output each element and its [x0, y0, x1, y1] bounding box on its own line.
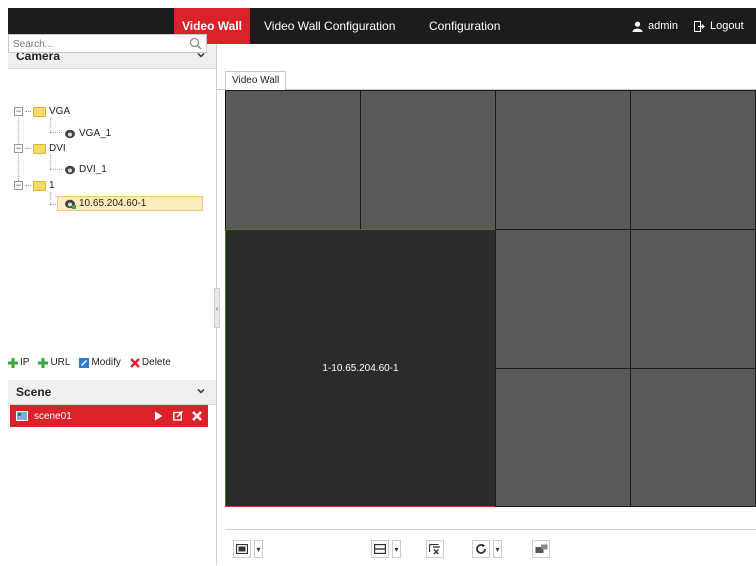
left-panel: Camera	[8, 44, 217, 565]
scene-label: scene01	[34, 410, 72, 422]
modify-button[interactable]: Modify	[79, 357, 121, 368]
wall-window[interactable]	[630, 90, 756, 230]
tree-folder-label: 1	[49, 180, 55, 191]
wall-window-active[interactable]: 1-10.65.204.60-1	[225, 229, 496, 507]
wall-tab-strip: Video Wall	[217, 68, 756, 91]
add-url-label: URL	[50, 357, 71, 368]
wall-window[interactable]	[225, 90, 361, 230]
collapse-toggle[interactable]: −	[14, 181, 23, 190]
edit-icon[interactable]	[173, 411, 183, 421]
delete-icon[interactable]	[192, 411, 202, 421]
clear-windows-button[interactable]	[426, 539, 444, 559]
dropdown-arrow-icon[interactable]: ▾	[392, 540, 401, 558]
split-screen-icon	[371, 540, 389, 558]
tree-camera-label: VGA_1	[79, 128, 112, 139]
tree-camera-label: 10.65.204.60-1	[79, 198, 147, 209]
tree-connector	[50, 169, 62, 170]
delete-label: Delete	[141, 357, 171, 368]
window-layout-icon	[233, 540, 251, 558]
add-ip-label: IP	[20, 357, 30, 368]
refresh-icon	[472, 540, 490, 558]
plus-icon	[38, 357, 49, 368]
tree-camera-10-65-204-60-1[interactable]: 10.65.204.60-1	[64, 196, 146, 211]
decoder-button[interactable]	[532, 539, 550, 559]
wall-window[interactable]	[630, 229, 756, 369]
delete-icon	[130, 357, 140, 368]
camera-icon	[65, 165, 75, 174]
camera-in-use-icon	[65, 199, 76, 209]
chevron-down-icon[interactable]	[196, 386, 206, 396]
tab-video-wall-configuration[interactable]: Video Wall Configuration	[264, 8, 395, 44]
delete-button[interactable]: Delete	[130, 357, 171, 368]
camera-search-box	[8, 34, 207, 53]
tree-connector	[50, 155, 51, 169]
tree-camera-label: DVI_1	[79, 164, 107, 175]
scene-icon	[16, 411, 28, 421]
split-screen-button[interactable]: ▾	[371, 539, 401, 559]
edit-icon	[79, 357, 90, 368]
wall-window[interactable]	[495, 90, 631, 230]
user-menu[interactable]: admin	[632, 8, 678, 44]
search-icon[interactable]	[189, 37, 202, 50]
modify-label: Modify	[91, 357, 121, 368]
tree-folder-1[interactable]: − 1	[14, 178, 55, 193]
add-ip-button[interactable]: IP	[8, 357, 29, 368]
folder-icon	[33, 180, 46, 191]
tree-connector	[50, 192, 51, 204]
username: admin	[648, 20, 678, 32]
wall-window[interactable]	[360, 90, 496, 230]
logout-label: Logout	[710, 20, 744, 32]
dropdown-arrow-icon[interactable]: ▾	[493, 540, 502, 558]
video-wall-grid: 1-10.65.204.60-1	[225, 90, 756, 507]
collapse-toggle[interactable]: −	[14, 144, 23, 153]
tree-folder-label: VGA	[49, 106, 71, 117]
wall-window[interactable]	[495, 368, 631, 507]
clear-windows-icon	[426, 540, 444, 558]
plus-icon	[8, 357, 18, 368]
dropdown-arrow-icon[interactable]: ▾	[254, 540, 263, 558]
refresh-button[interactable]: ▾	[472, 539, 502, 559]
scene-panel-header[interactable]: Scene	[8, 380, 216, 405]
add-url-button[interactable]: URL	[38, 357, 70, 368]
tree-folder-dvi[interactable]: − DVI	[14, 141, 66, 156]
tree-connector	[50, 132, 62, 133]
scene-item[interactable]: scene01	[10, 405, 208, 427]
camera-icon	[65, 129, 75, 138]
scene-panel-title: Scene	[16, 385, 52, 399]
collapse-toggle[interactable]: −	[14, 107, 23, 116]
tree-camera-dvi-1[interactable]: DVI_1	[64, 162, 107, 177]
tab-video-wall-canvas[interactable]: Video Wall	[225, 71, 287, 91]
tree-folder-vga[interactable]: − VGA	[14, 104, 70, 119]
wall-window[interactable]	[495, 229, 631, 369]
user-icon	[632, 21, 643, 32]
wall-bottom-toolbar: ▾ ▾ ▾	[225, 529, 756, 566]
tab-configuration[interactable]: Configuration	[429, 8, 500, 44]
camera-actions-toolbar: IP URL Modify Delete	[8, 357, 177, 368]
wall-window[interactable]	[630, 368, 756, 507]
logout-icon	[694, 20, 705, 32]
play-icon[interactable]	[154, 411, 163, 421]
folder-icon	[33, 143, 46, 154]
tree-connector	[50, 118, 51, 132]
folder-icon	[33, 106, 46, 117]
camera-search-input[interactable]	[9, 35, 187, 53]
window-layout-button[interactable]: ▾	[233, 539, 263, 559]
wall-window-label: 1-10.65.204.60-1	[322, 362, 399, 374]
tree-camera-vga-1[interactable]: VGA_1	[64, 126, 111, 141]
tree-folder-label: DVI	[49, 143, 66, 154]
decoder-icon	[532, 540, 550, 558]
logout-button[interactable]: Logout	[694, 8, 744, 44]
